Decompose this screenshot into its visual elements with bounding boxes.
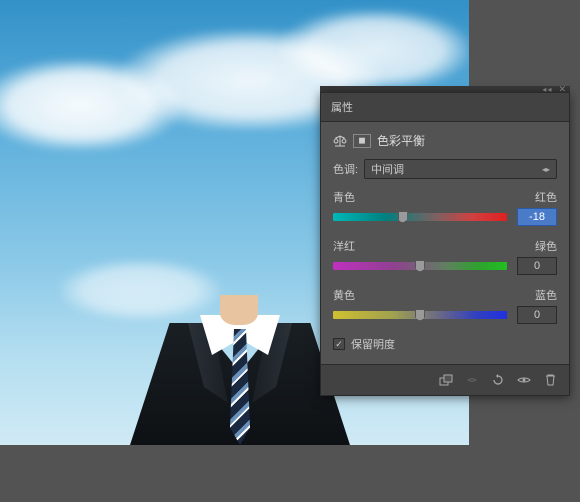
slider-thumb[interactable] <box>398 211 408 223</box>
slider-left-label: 青色 <box>333 189 355 205</box>
adjustment-title-row: ◼ 色彩平衡 <box>333 132 557 149</box>
scales-icon <box>333 135 347 147</box>
panel-footer <box>321 364 569 395</box>
clip-to-layer-button[interactable] <box>435 371 457 389</box>
slider-value-input[interactable]: 0 <box>517 257 557 275</box>
delete-button[interactable] <box>539 371 561 389</box>
panel-tab-label: 属性 <box>331 102 353 114</box>
view-previous-button[interactable] <box>461 371 483 389</box>
slider-thumb[interactable] <box>415 309 425 321</box>
slider-track[interactable] <box>333 262 507 270</box>
slider-value-input[interactable]: 0 <box>517 306 557 324</box>
suit-image <box>130 295 350 445</box>
select-arrows-icon: ◂▸ <box>542 165 550 174</box>
slider-left-label: 黄色 <box>333 287 355 303</box>
tone-value: 中间调 <box>371 161 404 177</box>
slider-1: 青色 红色 -18 <box>333 189 557 226</box>
slider-track[interactable] <box>333 213 507 221</box>
slider-right-label: 绿色 <box>535 238 557 254</box>
slider-track[interactable] <box>333 311 507 319</box>
slider-thumb[interactable] <box>415 260 425 272</box>
visibility-button[interactable] <box>513 371 535 389</box>
mask-icon[interactable]: ◼ <box>353 134 371 148</box>
preserve-luminosity-label: 保留明度 <box>351 336 395 352</box>
slider-value-input[interactable]: -18 <box>517 208 557 226</box>
checkbox-icon[interactable]: ✓ <box>333 338 345 350</box>
slider-left-label: 洋红 <box>333 238 355 254</box>
tone-label: 色调: <box>333 161 358 177</box>
slider-3: 黄色 蓝色 0 <box>333 287 557 324</box>
reset-button[interactable] <box>487 371 509 389</box>
slider-right-label: 红色 <box>535 189 557 205</box>
cloud <box>280 10 469 90</box>
properties-panel: 属性 ◼ 色彩平衡 色调: 中间调 ◂▸ 青色 红色 -18 洋红 绿色 0 黄色 蓝色 0 ✓… <box>320 92 570 396</box>
tone-row: 色调: 中间调 ◂▸ <box>333 159 557 179</box>
slider-2: 洋红 绿色 0 <box>333 238 557 275</box>
panel-header[interactable]: 属性 <box>321 93 569 122</box>
tone-select[interactable]: 中间调 ◂▸ <box>364 159 557 179</box>
adjustment-title: 色彩平衡 <box>377 132 425 149</box>
slider-right-label: 蓝色 <box>535 287 557 303</box>
preserve-luminosity-row[interactable]: ✓ 保留明度 <box>333 336 557 352</box>
